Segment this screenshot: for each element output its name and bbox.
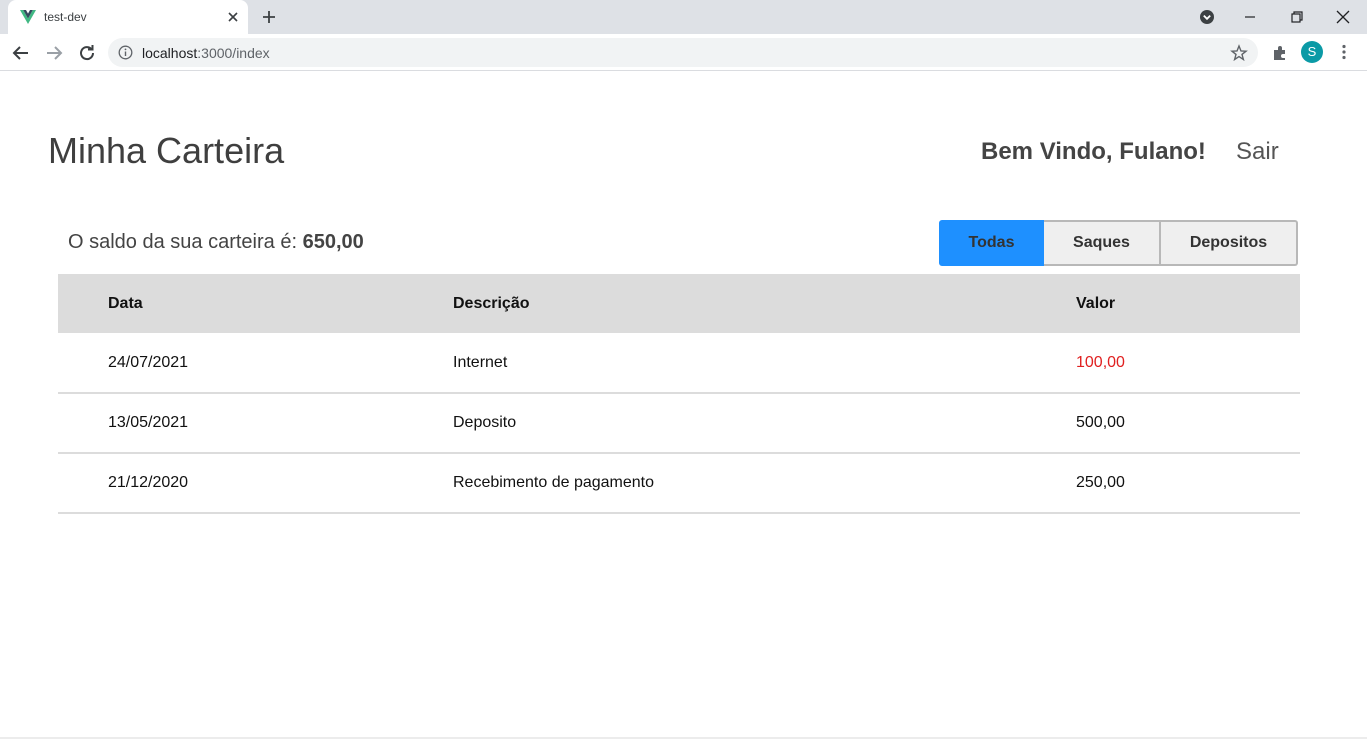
back-icon[interactable] (9, 41, 33, 65)
browser-tab[interactable]: test-dev (8, 0, 248, 34)
row-date: 24/07/2021 (58, 333, 453, 394)
balance-amount: 650,00 (302, 231, 364, 253)
table-row: 21/12/2020 Recebimento de pagamento 250,… (58, 453, 1300, 514)
row-value: 500,00 (1076, 393, 1300, 454)
profile-avatar[interactable]: S (1301, 41, 1323, 63)
row-date: 21/12/2020 (58, 453, 453, 514)
new-tab-icon[interactable] (260, 8, 278, 26)
close-tab-icon[interactable] (224, 8, 242, 26)
extensions-puzzle-icon[interactable] (1270, 43, 1290, 63)
column-header-value: Valor (1076, 274, 1300, 333)
bookmark-star-icon[interactable] (1230, 44, 1248, 62)
table-row: 13/05/2021 Deposito 500,00 (58, 393, 1300, 454)
row-description: Recebimento de pagamento (453, 453, 1076, 514)
filter-deposits-button[interactable]: Depositos (1161, 220, 1298, 266)
url-host: localhost (142, 45, 198, 61)
site-info-icon[interactable] (118, 45, 133, 60)
logout-link[interactable]: Sair (1236, 138, 1279, 166)
filter-button-group: Todas Saques Depositos (939, 220, 1298, 266)
reload-icon[interactable] (75, 41, 99, 65)
row-value: 250,00 (1076, 453, 1300, 514)
balance-label: O saldo da sua carteira é: (68, 231, 303, 253)
vue-logo-icon (20, 10, 36, 24)
column-header-date: Data (58, 274, 453, 333)
row-date: 13/05/2021 (58, 393, 453, 454)
row-description: Deposito (453, 393, 1076, 454)
wallet-balance: O saldo da sua carteira é: 650,00 (68, 231, 364, 254)
close-window-icon[interactable] (1332, 6, 1354, 28)
row-value: 100,00 (1076, 333, 1300, 394)
restore-icon[interactable] (1286, 6, 1308, 28)
tab-search-icon[interactable] (1198, 8, 1216, 26)
page-title: Minha Carteira (48, 130, 285, 171)
url-text: localhost:3000/index (142, 45, 270, 61)
row-description: Internet (453, 333, 1076, 394)
tab-title: test-dev (44, 10, 87, 24)
browser-toolbar: localhost:3000/index (0, 34, 1367, 71)
filter-all-button[interactable]: Todas (939, 220, 1044, 266)
welcome-message: Bem Vindo, Fulano! (981, 138, 1206, 165)
filter-withdrawals-button[interactable]: Saques (1044, 220, 1161, 266)
url-path: :3000/index (197, 45, 270, 61)
address-bar[interactable]: localhost:3000/index (108, 38, 1258, 67)
minimize-icon[interactable] (1239, 6, 1261, 28)
table-row: 24/07/2021 Internet 100,00 (58, 333, 1300, 394)
browser-tabstrip: test-dev (0, 0, 1367, 34)
forward-icon[interactable] (42, 41, 66, 65)
table-header-row: Data Descrição Valor (58, 274, 1300, 333)
transactions-table: Data Descrição Valor 24/07/2021 Internet… (58, 274, 1300, 514)
browser-menu-icon[interactable] (1335, 43, 1353, 61)
column-header-description: Descrição (453, 274, 1076, 333)
